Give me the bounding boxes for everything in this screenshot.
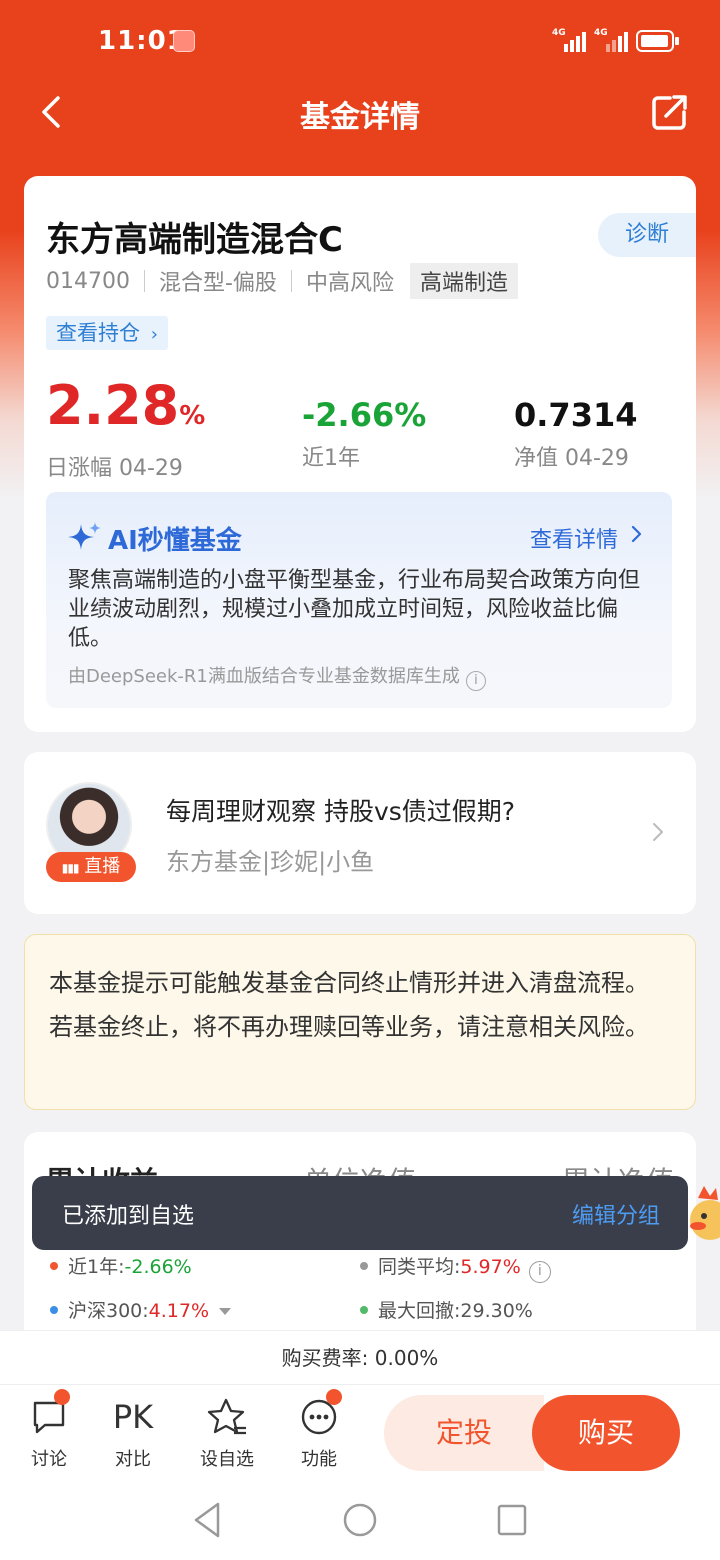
- status-bar: 11:01 4G 4G: [0, 0, 720, 80]
- fund-risk: 中高风险: [305, 271, 394, 296]
- ai-summary-title: AI秒懂基金: [108, 526, 242, 556]
- add-watchlist-label: 设自选: [200, 1449, 254, 1470]
- functions-button[interactable]: 功能: [284, 1389, 354, 1471]
- diagnose-button[interactable]: 诊断: [598, 213, 696, 257]
- discuss-button[interactable]: 讨论: [14, 1389, 84, 1471]
- pk-icon: PK: [112, 1398, 154, 1436]
- divider: [290, 270, 292, 292]
- system-nav-bar: [0, 1480, 720, 1560]
- edit-group-link[interactable]: 编辑分组: [572, 1198, 660, 1230]
- info-icon[interactable]: i: [528, 1261, 551, 1283]
- fund-code: 014700: [46, 268, 130, 294]
- recents-square-icon[interactable]: [496, 1500, 528, 1540]
- ai-source-text: 由DeepSeek-R1满血版结合专业基金数据库生成: [68, 666, 460, 687]
- notification-dot: [326, 1389, 342, 1405]
- functions-label: 功能: [301, 1449, 337, 1470]
- stat-index[interactable]: 沪深300:4.17%: [50, 1296, 232, 1323]
- view-holdings-button[interactable]: 查看持仓 ›: [46, 316, 168, 350]
- mascot-icon[interactable]: [684, 1180, 720, 1250]
- sparkle-icon: [68, 522, 101, 550]
- compare-label: 对比: [115, 1449, 151, 1470]
- ai-summary-panel[interactable]: AI秒懂基金 查看详情 聚焦高端制造的小盘平衡型基金，行业布局契合政策方向但业绩…: [46, 492, 672, 708]
- stat-drawdown-value: 29.30%: [460, 1300, 533, 1322]
- daily-change-unit: %: [179, 401, 206, 431]
- stat-peer-label: 同类平均:: [378, 1256, 461, 1278]
- home-circle-icon[interactable]: [342, 1500, 378, 1540]
- stat-drawdown: 最大回撤:29.30%: [360, 1296, 533, 1323]
- added-toast: 已添加到自选 编辑分组: [32, 1176, 688, 1250]
- live-title: 每周理财观察 持股vs债过假期?: [166, 797, 516, 826]
- bottom-action-bar: 讨论 PK 对比 设自选 功能 定投 购买: [0, 1384, 720, 1480]
- legend-dot: [50, 1306, 58, 1314]
- purchase-fee-bar: 购买费率: 0.00%: [0, 1330, 720, 1384]
- year-change-metric: -2.66% 近1年: [302, 394, 426, 472]
- share-icon[interactable]: [650, 92, 690, 132]
- sim1-label: 4G: [552, 28, 566, 38]
- nav-bar: 基金详情: [0, 80, 720, 142]
- fund-type: 混合型-偏股: [158, 271, 277, 296]
- stat-year: 近1年:-2.66%: [50, 1252, 192, 1279]
- discuss-label: 讨论: [31, 1449, 67, 1470]
- add-watchlist-button[interactable]: 设自选: [192, 1395, 262, 1471]
- divider: [143, 270, 145, 292]
- live-subtitle: 东方基金|珍妮|小鱼: [166, 848, 375, 876]
- back-triangle-icon[interactable]: [190, 1500, 224, 1540]
- dropdown-caret-icon: [219, 1308, 232, 1315]
- risk-notice-text: 本基金提示可能触发基金合同终止情形并进入清盘流程。若基金终止，将不再办理赎回等业…: [49, 969, 649, 1041]
- toast-text: 已添加到自选: [62, 1204, 195, 1229]
- nav-label: 净值 04-29: [514, 446, 629, 471]
- nav-value: 0.7314: [514, 396, 638, 434]
- fund-name: 东方高端制造混合C: [46, 220, 343, 260]
- live-badge: ▮▮▮ 直播: [46, 852, 136, 882]
- stat-peer: 同类平均:5.97% i: [360, 1252, 551, 1283]
- regular-invest-button[interactable]: 定投: [384, 1395, 544, 1471]
- ai-view-details-link[interactable]: 查看详情: [530, 522, 618, 554]
- stat-drawdown-label: 最大回撤:: [378, 1300, 461, 1322]
- fund-tags: 014700 混合型-偏股 中高风险 高端制造: [46, 263, 518, 299]
- year-change-value: -2.66%: [302, 396, 427, 434]
- chevron-right-icon: ›: [150, 324, 158, 345]
- view-holdings-label: 查看持仓: [56, 321, 140, 345]
- stat-index-value: 4.17%: [148, 1300, 210, 1322]
- sim2-label: 4G: [594, 28, 608, 38]
- risk-notice: 本基金提示可能触发基金合同终止情形并进入清盘流程。若基金终止，将不再办理赎回等业…: [24, 934, 696, 1110]
- signal-icon: 4G: [552, 28, 586, 52]
- year-change-label: 近1年: [302, 446, 360, 471]
- star-icon: [207, 1398, 246, 1435]
- stat-year-label: 近1年:: [68, 1256, 125, 1278]
- fund-overview-card: 东方高端制造混合C 诊断 014700 混合型-偏股 中高风险 高端制造 查看持…: [24, 176, 696, 732]
- notification-app-icon: [173, 30, 195, 52]
- fund-theme-tag[interactable]: 高端制造: [409, 263, 518, 299]
- daily-change-metric: 2.28% 日涨幅 04-29: [46, 376, 205, 482]
- live-card[interactable]: ▮▮▮ 直播 每周理财观察 持股vs债过假期? 东方基金|珍妮|小鱼: [24, 752, 696, 914]
- daily-change-label: 日涨幅 04-29: [46, 456, 183, 481]
- legend-dot: [50, 1262, 58, 1270]
- battery-icon: [636, 30, 679, 52]
- notification-dot: [54, 1389, 70, 1405]
- page-title: 基金详情: [300, 100, 420, 135]
- purchase-fee-text: 购买费率: 0.00%: [281, 1346, 439, 1370]
- info-icon[interactable]: i: [465, 671, 486, 691]
- stat-peer-value: 5.97%: [460, 1256, 521, 1278]
- ai-source-note: 由DeepSeek-R1满血版结合专业基金数据库生成 i: [68, 662, 486, 691]
- legend-dot: [360, 1262, 368, 1270]
- chevron-right-icon: [653, 823, 663, 841]
- chevron-right-icon: [631, 525, 642, 543]
- daily-change-value: 2.28: [46, 374, 180, 437]
- stat-index-label: 沪深300:: [68, 1300, 149, 1322]
- signal-icon: 4G: [594, 28, 628, 52]
- compare-button[interactable]: PK 对比: [98, 1395, 168, 1471]
- live-badge-label: 直播: [84, 856, 121, 877]
- ai-view-details-label: 查看详情: [529, 528, 618, 553]
- nav-metric: 0.7314 净值 04-29: [514, 394, 637, 472]
- buy-button[interactable]: 购买: [532, 1395, 680, 1471]
- legend-dot: [360, 1306, 368, 1314]
- live-bars-icon: ▮▮▮: [61, 861, 80, 875]
- stat-year-value: -2.66%: [124, 1256, 192, 1278]
- ai-summary-text: 聚焦高端制造的小盘平衡型基金，行业布局契合政策方向但业绩波动剧烈，规模过小叠加成…: [68, 568, 641, 651]
